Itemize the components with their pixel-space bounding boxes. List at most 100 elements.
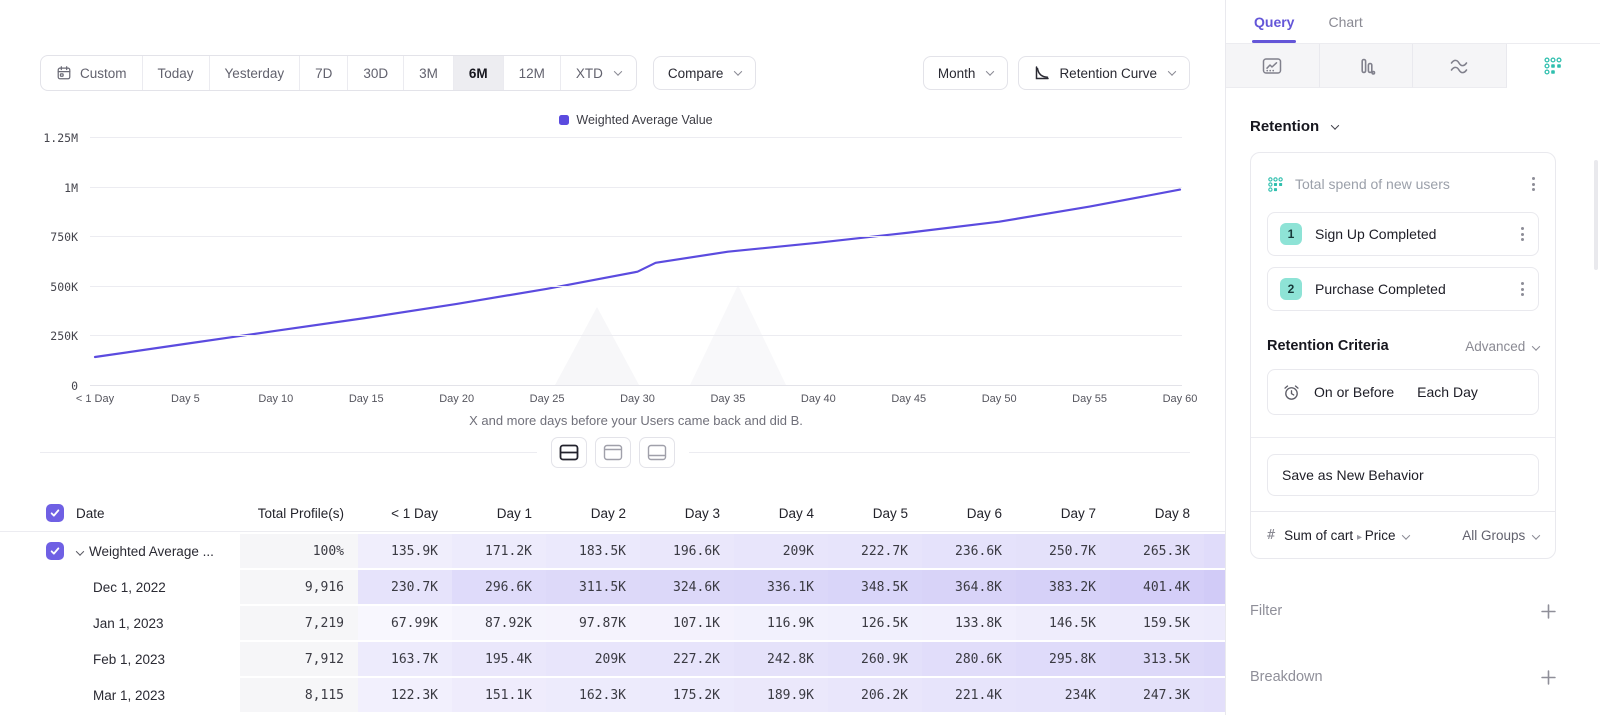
retention-value-cell[interactable]: 336.1K: [734, 570, 828, 604]
filter-section[interactable]: Filter: [1250, 603, 1556, 619]
range-button-6m[interactable]: 6M: [454, 56, 504, 90]
retention-value-cell[interactable]: 236.6K: [922, 534, 1016, 568]
table-row[interactable]: Feb 1, 20237,912163.7K195.4K209K227.2K24…: [0, 642, 1225, 676]
retention-value-cell[interactable]: 122.3K: [358, 678, 452, 712]
retention-value-cell[interactable]: 313.5K: [1110, 642, 1204, 676]
retention-value-cell[interactable]: 348.5K: [828, 570, 922, 604]
retention-value-cell[interactable]: 295.8K: [1016, 642, 1110, 676]
retention-value-cell[interactable]: 162.3K: [546, 678, 640, 712]
retention-line-series[interactable]: [90, 137, 1182, 385]
retention-value-cell[interactable]: 209K: [734, 534, 828, 568]
breakdown-label: Breakdown: [1250, 669, 1541, 685]
table-row[interactable]: Dec 1, 20229,916230.7K296.6K311.5K324.6K…: [0, 570, 1225, 604]
criteria-row[interactable]: On or Before Each Day: [1267, 369, 1539, 415]
analysis-tab-line-chart[interactable]: [1226, 44, 1320, 88]
analysis-tab-bar-chart[interactable]: [1320, 44, 1414, 88]
row-checkbox[interactable]: [46, 542, 64, 560]
range-button-30d[interactable]: 30D: [348, 56, 404, 90]
view-toggle-split-view[interactable]: [551, 437, 587, 468]
row-expander-icon[interactable]: [73, 544, 83, 559]
retention-value-cell[interactable]: 250.7K: [1016, 534, 1110, 568]
retention-value-cell[interactable]: 159.5K: [1110, 606, 1204, 640]
retention-value-cell[interactable]: 234K: [1016, 678, 1110, 712]
retention-value-cell[interactable]: 206.2K: [828, 678, 922, 712]
chart-legend[interactable]: Weighted Average Value: [90, 113, 1182, 127]
retention-value-cell[interactable]: 227.2K: [640, 642, 734, 676]
retention-value-cell[interactable]: 222.7K: [828, 534, 922, 568]
range-button-yesterday[interactable]: Yesterday: [210, 56, 301, 90]
retention-value-cell[interactable]: 126.5K: [828, 606, 922, 640]
retention-value-cell[interactable]: 196.6K: [640, 534, 734, 568]
retention-value-cell[interactable]: 401.4K: [1110, 570, 1204, 604]
column-header-day: Day 1: [452, 495, 546, 531]
column-header-total: Total Profile(s): [240, 495, 358, 531]
retention-value-cell[interactable]: 189.9K: [734, 678, 828, 712]
retention-value-cell[interactable]: 265.3K: [1110, 534, 1204, 568]
retention-value-cell[interactable]: 247.3K: [1110, 678, 1204, 712]
view-toggle-table-only[interactable]: [639, 437, 675, 468]
retention-value-cell[interactable]: 107.1K: [640, 606, 734, 640]
retention-value-cell[interactable]: 116.9K: [734, 606, 828, 640]
retention-value-cell[interactable]: 230.7K: [358, 570, 452, 604]
breakdown-section[interactable]: Breakdown: [1250, 669, 1556, 685]
chart-type-dropdown[interactable]: Retention Curve: [1018, 56, 1190, 90]
retention-value-cell[interactable]: 209K: [546, 642, 640, 676]
retention-value-cell[interactable]: 383.2K: [1016, 570, 1110, 604]
tab-chart[interactable]: Chart: [1328, 14, 1362, 43]
range-button-custom[interactable]: Custom: [41, 56, 143, 90]
total-profiles-cell: 7,912: [240, 642, 358, 676]
retention-value-cell[interactable]: 364.8K: [922, 570, 1016, 604]
compare-button[interactable]: Compare: [653, 56, 757, 90]
range-button-xtd[interactable]: XTD: [561, 56, 636, 90]
scrollbar-thumb[interactable]: [1594, 160, 1598, 270]
chevron-down-icon: [1402, 531, 1410, 539]
tab-query[interactable]: Query: [1254, 14, 1294, 43]
table-row[interactable]: Jan 1, 20237,21967.99K87.92K97.87K107.1K…: [0, 606, 1225, 640]
behavior-step-2[interactable]: 2Purchase Completed: [1267, 267, 1539, 311]
kebab-menu-icon[interactable]: [1528, 173, 1539, 195]
save-as-new-behavior-button[interactable]: Save as New Behavior: [1267, 454, 1539, 496]
range-button-7d[interactable]: 7D: [300, 56, 348, 90]
measure-property-dropdown[interactable]: Sum of cart ▸ Price: [1284, 528, 1409, 543]
row-label: Mar 1, 2023: [93, 688, 165, 703]
behavior-step-1[interactable]: 1Sign Up Completed: [1267, 212, 1539, 256]
retention-value-cell[interactable]: 242.8K: [734, 642, 828, 676]
criteria-mode-dropdown[interactable]: Advanced: [1465, 339, 1539, 354]
analysis-type-dropdown[interactable]: Retention: [1250, 118, 1576, 135]
select-all-checkbox[interactable]: [46, 504, 64, 522]
retention-value-cell[interactable]: 151.1K: [452, 678, 546, 712]
retention-value-cell[interactable]: 97.87K: [546, 606, 640, 640]
retention-value-cell[interactable]: 146.5K: [1016, 606, 1110, 640]
table-row[interactable]: Mar 1, 20238,115122.3K151.1K162.3K175.2K…: [0, 678, 1225, 712]
retention-value-cell[interactable]: 324.6K: [640, 570, 734, 604]
y-tick-label: 1M: [18, 181, 78, 195]
range-button-today[interactable]: Today: [143, 56, 210, 90]
plus-icon[interactable]: [1541, 670, 1556, 685]
groups-dropdown[interactable]: All Groups: [1462, 528, 1539, 543]
retention-value-cell[interactable]: 171.2K: [452, 534, 546, 568]
retention-value-cell[interactable]: 221.4K: [922, 678, 1016, 712]
retention-value-cell[interactable]: 260.9K: [828, 642, 922, 676]
retention-value-cell[interactable]: 183.5K: [546, 534, 640, 568]
kebab-menu-icon[interactable]: [1517, 223, 1528, 245]
retention-value-cell[interactable]: 280.6K: [922, 642, 1016, 676]
retention-value-cell[interactable]: 87.92K: [452, 606, 546, 640]
analysis-tab-flows[interactable]: [1413, 44, 1507, 88]
retention-value-cell[interactable]: 296.6K: [452, 570, 546, 604]
retention-value-cell[interactable]: 311.5K: [546, 570, 640, 604]
range-button-3m[interactable]: 3M: [404, 56, 454, 90]
plus-icon[interactable]: [1541, 604, 1556, 619]
retention-value-cell[interactable]: 133.8K: [922, 606, 1016, 640]
kebab-menu-icon[interactable]: [1517, 278, 1528, 300]
range-button-12m[interactable]: 12M: [504, 56, 561, 90]
view-toggle-chart-only[interactable]: [595, 437, 631, 468]
retention-value-cell[interactable]: 175.2K: [640, 678, 734, 712]
retention-value-cell[interactable]: 135.9K: [358, 534, 452, 568]
row-label-cell: Dec 1, 2022: [0, 570, 240, 604]
analysis-tab-retention[interactable]: [1507, 44, 1600, 88]
retention-value-cell[interactable]: 163.7K: [358, 642, 452, 676]
granularity-dropdown[interactable]: Month: [923, 56, 1009, 90]
table-row[interactable]: Weighted Average ...100%135.9K171.2K183.…: [0, 534, 1225, 568]
retention-value-cell[interactable]: 195.4K: [452, 642, 546, 676]
retention-value-cell[interactable]: 67.99K: [358, 606, 452, 640]
